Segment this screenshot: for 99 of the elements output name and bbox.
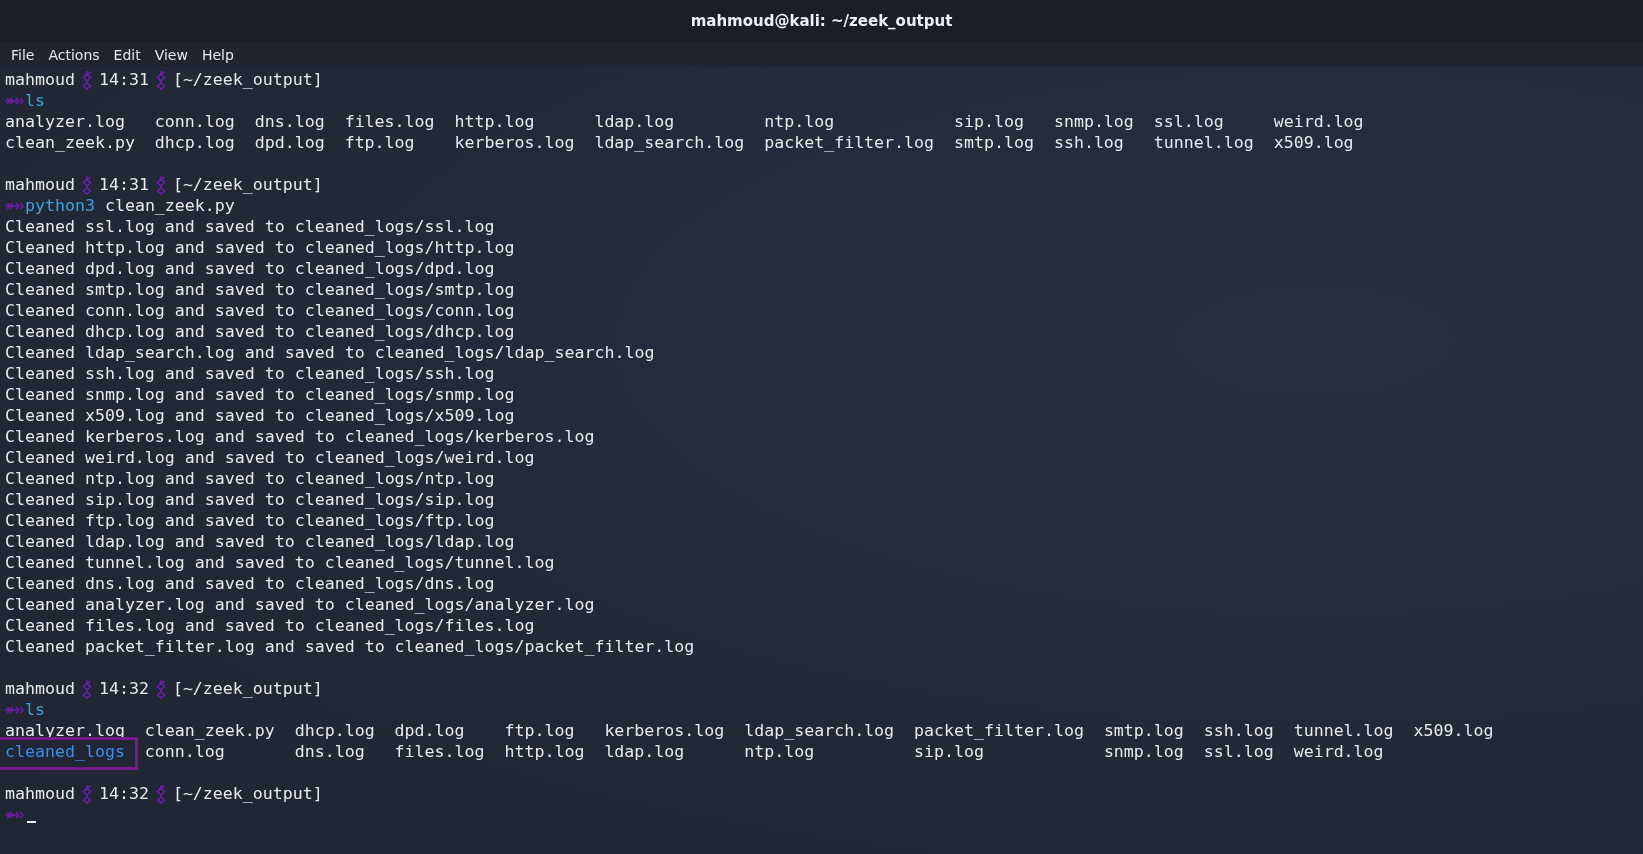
output-line: Cleaned sip.log and saved to cleaned_logs/sip.log <box>5 489 495 510</box>
output-line: Cleaned ssh.log and saved to cleaned_logs/ssh.log <box>5 363 495 384</box>
file-name: ldap.log <box>604 741 685 762</box>
file-name: snmp.log <box>1053 111 1134 132</box>
menu-item[interactable]: Help <box>194 44 241 65</box>
prompt-path: [~/zeek_output] <box>172 783 323 804</box>
prompt-path: [~/zeek_output] <box>172 69 323 90</box>
file-name: ssh.log <box>1053 132 1124 153</box>
file-name: dpd.log <box>254 132 325 153</box>
file-name: kerberos.log <box>604 720 725 741</box>
file-name: ntp.log <box>744 741 815 762</box>
menu-item[interactable]: Actions <box>41 44 107 65</box>
file-name: weird.log <box>1273 111 1364 132</box>
file-name: packet_filter.log <box>764 132 935 153</box>
file-name: dns.log <box>294 741 365 762</box>
file-name: http.log <box>454 111 535 132</box>
prompt-path: [~/zeek_output] <box>172 678 323 699</box>
separator-icon <box>155 69 166 90</box>
file-name: ssh.log <box>1203 720 1274 741</box>
file-name: x509.log <box>1413 720 1494 741</box>
command-args: clean_zeek.py <box>104 195 235 216</box>
file-name: ftp.log <box>344 132 415 153</box>
separator-icon <box>81 69 92 90</box>
file-name: packet_filter.log <box>914 720 1084 741</box>
prompt-user: mahmoud <box>5 783 75 804</box>
prompt-arrow-icon <box>5 809 25 820</box>
output-line: Cleaned ntp.log and saved to cleaned_logs/ntp.log <box>5 468 495 489</box>
output-line: Cleaned x509.log and saved to cleaned_logs/x509.log <box>5 405 515 426</box>
command-name: python3 <box>25 195 95 216</box>
file-name: weird.log <box>1293 741 1384 762</box>
separator-icon <box>155 783 166 804</box>
separator-icon <box>81 174 92 195</box>
file-name: smtp.log <box>1103 720 1184 741</box>
prompt-time: 14:32 <box>98 783 149 804</box>
output-line: Cleaned kerberos.log and saved to cleaned_logs/kerberos.log <box>5 426 595 447</box>
menu-item[interactable]: File <box>4 44 42 65</box>
prompt-time: 14:31 <box>98 69 149 90</box>
output-line: Cleaned http.log and saved to cleaned_logs/http.log <box>5 237 515 258</box>
file-name: smtp.log <box>954 132 1034 153</box>
separator-icon <box>155 678 166 699</box>
separator-icon <box>81 783 92 804</box>
prompt-arrow-icon <box>5 95 25 106</box>
file-name: ntp.log <box>764 111 835 132</box>
output-line: Cleaned snmp.log and saved to cleaned_logs/snmp.log <box>5 384 515 405</box>
file-name: clean_zeek.py <box>5 132 135 153</box>
prompt-user: mahmoud <box>5 678 75 699</box>
output-line: Cleaned ssl.log and saved to cleaned_logs/ssl.log <box>5 216 495 237</box>
file-name: http.log <box>504 741 585 762</box>
output-line: Cleaned ldap_search.log and saved to cleaned_logs/ldap_search.log <box>5 342 655 363</box>
output-line: Cleaned ldap.log and saved to cleaned_logs/ldap.log <box>5 531 515 552</box>
menu-item[interactable]: View <box>147 44 195 65</box>
file-name: tunnel.log <box>1153 132 1254 153</box>
file-name: dhcp.log <box>294 720 375 741</box>
file-name: ldap.log <box>594 111 675 132</box>
file-name: ftp.log <box>504 720 575 741</box>
file-name: dns.log <box>254 111 325 132</box>
prompt-path: [~/zeek_output] <box>172 174 323 195</box>
file-name: conn.log <box>154 111 235 132</box>
output-line: Cleaned smtp.log and saved to cleaned_logs/smtp.log <box>5 279 515 300</box>
prompt-user: mahmoud <box>5 174 75 195</box>
output-line: Cleaned packet_filter.log and saved to cleaned_logs/packet_filter.log <box>5 636 695 657</box>
window-title: mahmoud@kali: ~/zeek_output <box>690 12 953 30</box>
file-name: snmp.log <box>1103 741 1184 762</box>
file-name: files.log <box>394 741 485 762</box>
file-name: analyzer.log <box>5 111 125 132</box>
output-line: Cleaned dns.log and saved to cleaned_logs/dns.log <box>5 573 495 594</box>
file-name: clean_zeek.py <box>144 720 275 741</box>
menu-item[interactable]: Edit <box>106 44 148 65</box>
prompt-arrow-icon <box>5 704 25 715</box>
file-name: x509.log <box>1273 132 1354 153</box>
file-name: sip.log <box>914 741 984 762</box>
file-name: ssl.log <box>1203 741 1274 762</box>
output-line: Cleaned weird.log and saved to cleaned_logs/weird.log <box>5 447 535 468</box>
output-line: Cleaned dpd.log and saved to cleaned_logs/dpd.log <box>5 258 495 279</box>
file-name: dpd.log <box>394 720 465 741</box>
file-name: sip.log <box>954 111 1024 132</box>
file-name: tunnel.log <box>1293 720 1394 741</box>
prompt-user: mahmoud <box>5 69 75 90</box>
file-name: files.log <box>344 111 435 132</box>
output-line: Cleaned conn.log and saved to cleaned_logs/conn.log <box>5 300 515 321</box>
command-name: ls <box>25 699 45 720</box>
file-name: ssl.log <box>1153 111 1224 132</box>
prompt-arrow-icon <box>5 200 25 211</box>
output-line: Cleaned analyzer.log and saved to cleaned_logs/analyzer.log <box>5 594 595 615</box>
command-name: ls <box>25 90 45 111</box>
output-line: Cleaned files.log and saved to cleaned_logs/files.log <box>5 615 535 636</box>
separator-icon <box>155 174 166 195</box>
file-name: dhcp.log <box>154 132 235 153</box>
output-line: Cleaned ftp.log and saved to cleaned_logs/ftp.log <box>5 510 495 531</box>
file-name: ldap_search.log <box>594 132 745 153</box>
separator-icon <box>81 678 92 699</box>
output-line: Cleaned tunnel.log and saved to cleaned_logs/tunnel.log <box>5 552 555 573</box>
file-name: conn.log <box>144 741 225 762</box>
directory-name: cleaned_logs <box>0 737 138 770</box>
prompt-time: 14:32 <box>98 678 149 699</box>
output-line: Cleaned dhcp.log and saved to cleaned_logs/dhcp.log <box>5 321 515 342</box>
file-name: ldap_search.log <box>744 720 895 741</box>
file-name: kerberos.log <box>454 132 575 153</box>
prompt-time: 14:31 <box>98 174 149 195</box>
